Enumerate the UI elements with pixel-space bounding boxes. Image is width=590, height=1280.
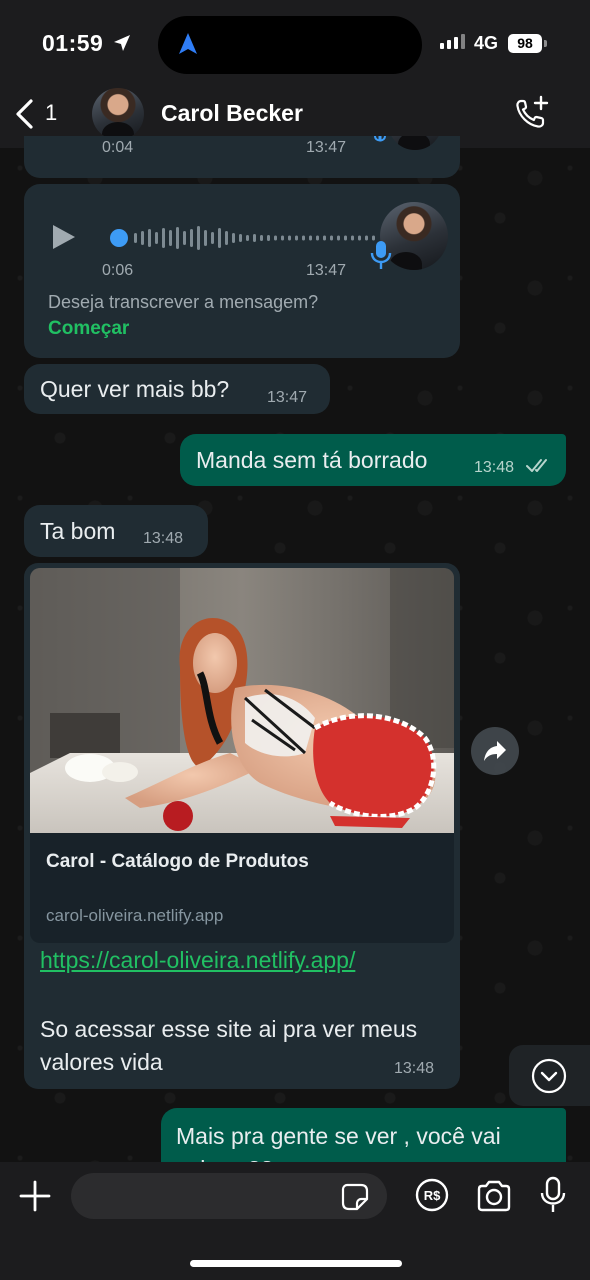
- scroll-to-bottom-button[interactable]: [509, 1045, 590, 1106]
- waveform-bar: [365, 235, 368, 241]
- location-arrow-icon: [114, 35, 130, 51]
- call-add-icon[interactable]: [512, 94, 552, 134]
- voice-waveform[interactable]: [110, 225, 378, 251]
- voice-message[interactable]: 0:06 13:47 Deseja transcrever a mensagem…: [24, 184, 460, 358]
- status-time: 01:59: [42, 30, 104, 56]
- message-time: 13:48: [143, 530, 184, 547]
- home-indicator[interactable]: [190, 1260, 402, 1267]
- waveform-bar: [134, 233, 137, 243]
- message-link[interactable]: https://carol-oliveira.netlify.app/: [40, 947, 355, 974]
- camera-icon[interactable]: [475, 1180, 513, 1212]
- message-text: Manda sem tá borrado: [196, 447, 428, 473]
- waveform-bar: [176, 227, 179, 249]
- forward-button[interactable]: [471, 727, 519, 775]
- mic-icon: [374, 136, 386, 142]
- waveform-bar: [162, 228, 165, 248]
- chevron-left-icon[interactable]: [14, 98, 36, 130]
- waveform-bar: [169, 230, 172, 246]
- link-preview-domain: carol-oliveira.netlify.app: [46, 906, 224, 925]
- sticker-icon[interactable]: [340, 1182, 370, 1212]
- mic-icon[interactable]: [540, 1176, 566, 1214]
- link-preview-title: Carol - Catálogo de Produtos: [46, 851, 309, 872]
- double-check-icon: [526, 459, 547, 472]
- waveform-bar: [295, 235, 298, 241]
- message-time: 13:47: [306, 262, 347, 279]
- status-bar: 01:59 4G 98: [0, 0, 590, 88]
- waveform-bar: [155, 232, 158, 244]
- waveform-bar: [267, 235, 270, 241]
- waveform-bar: [183, 231, 186, 245]
- forward-icon: [484, 741, 506, 761]
- waveform-bar: [351, 235, 354, 241]
- message-text: So acessar esse site ai pra ver meus val…: [40, 1016, 418, 1075]
- waveform-bar: [316, 235, 319, 241]
- message-input-bar: R$: [0, 1162, 590, 1280]
- play-icon[interactable]: [48, 222, 78, 252]
- waveform-bar: [288, 235, 291, 241]
- contact-name[interactable]: Carol Becker: [161, 100, 303, 127]
- navigation-icon: [179, 33, 197, 54]
- message-time: 13:48: [394, 1060, 435, 1077]
- waveform-bar: [211, 232, 214, 244]
- waveform-bar: [225, 231, 228, 245]
- waveform-bar: [330, 235, 333, 241]
- network-type: 4G: [474, 33, 499, 53]
- waveform-bar: [253, 234, 256, 242]
- voice-duration: 0:04: [102, 139, 134, 156]
- waveform-bar: [148, 229, 151, 247]
- unread-count[interactable]: 1: [45, 100, 57, 126]
- dynamic-island: [158, 16, 422, 74]
- waveform-bar: [218, 228, 221, 248]
- waveform-bar: [337, 235, 340, 241]
- waveform-bar: [358, 235, 361, 241]
- waveform-bar: [281, 235, 284, 241]
- battery-icon: 98: [508, 34, 542, 53]
- chevron-down-circle-icon: [531, 1058, 567, 1094]
- waveform-bar: [309, 235, 312, 241]
- waveform-bar: [323, 235, 326, 241]
- message-time: 13:47: [306, 139, 347, 156]
- waveform-bar: [260, 235, 263, 241]
- outgoing-message[interactable]: Manda sem tá borrado 13:48: [180, 434, 566, 486]
- svg-text:R$: R$: [424, 1188, 441, 1203]
- message-text: Ta bom: [40, 518, 116, 544]
- sender-avatar: [388, 136, 442, 150]
- link-preview-image[interactable]: [30, 568, 454, 833]
- waveform-bar: [344, 235, 347, 241]
- waveform-bar: [246, 235, 249, 241]
- waveform-bar: [204, 230, 207, 246]
- mic-icon: [370, 241, 392, 269]
- transcribe-prompt: Deseja transcrever a mensagem?: [48, 292, 319, 312]
- message-text: Quer ver mais bb?: [40, 376, 230, 402]
- message-time: 13:47: [267, 389, 308, 406]
- waveform-bar: [190, 229, 193, 247]
- waveform-bar: [274, 235, 277, 241]
- waveform-bar: [232, 233, 235, 243]
- voice-duration: 0:06: [102, 262, 134, 279]
- waveform-bar: [141, 231, 144, 245]
- signal-icon: [440, 34, 465, 49]
- voice-message-partial[interactable]: 0:04 13:47: [24, 136, 460, 178]
- incoming-message[interactable]: Ta bom 13:48: [24, 505, 208, 557]
- incoming-message[interactable]: Quer ver mais bb? 13:47: [24, 364, 330, 414]
- pix-icon[interactable]: R$: [415, 1178, 449, 1212]
- waveform-bar: [197, 226, 200, 250]
- waveform-bar: [302, 235, 305, 241]
- battery-tip: [544, 40, 547, 47]
- link-message[interactable]: Carol - Catálogo de Produtos carol-olive…: [24, 563, 460, 1089]
- waveform-bar: [239, 234, 242, 242]
- plus-icon[interactable]: [18, 1179, 52, 1213]
- link-preview-card[interactable]: Carol - Catálogo de Produtos carol-olive…: [30, 568, 454, 943]
- message-time: 13:48: [474, 459, 515, 476]
- contact-avatar[interactable]: [92, 88, 144, 140]
- transcribe-button[interactable]: Começar: [48, 318, 129, 340]
